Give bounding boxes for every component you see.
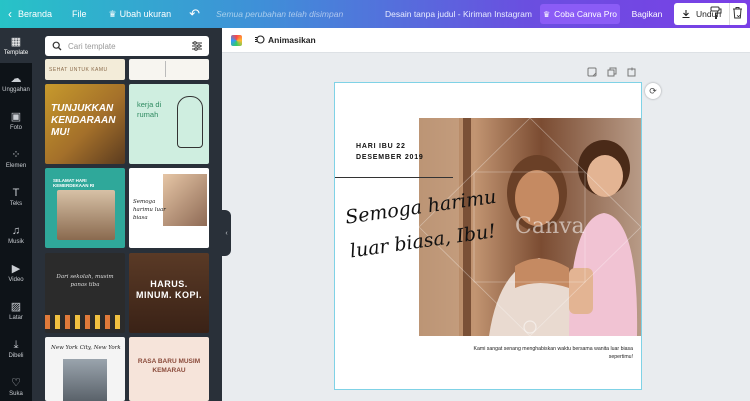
refresh-icon[interactable]: ⟳ bbox=[645, 83, 661, 99]
template-text: HARUS. MINUM. KOPI. bbox=[136, 279, 202, 300]
template-panel: SEHAT UNTUK KAMU TUNJUKKAN KENDARAAN MU!… bbox=[32, 28, 222, 401]
rail-item-likes[interactable]: ♡ Suka bbox=[0, 377, 32, 397]
template-thumbnail[interactable]: SELAMAT HARI KEMERDEKAAN RI bbox=[45, 168, 125, 248]
decoration bbox=[165, 61, 166, 77]
upload-icon: ☁ bbox=[10, 73, 22, 85]
try-pro-label: Coba Canva Pro bbox=[554, 9, 617, 19]
rail-label: Musik bbox=[8, 239, 24, 245]
template-search[interactable] bbox=[45, 36, 209, 56]
resize-label: Ubah ukuran bbox=[119, 9, 172, 19]
animate-button[interactable]: Animasikan bbox=[254, 34, 316, 45]
date-heading[interactable]: HARI IBU 22 DESEMBER 2019 bbox=[356, 141, 424, 163]
template-thumbnail[interactable]: Semoga harimu luar biasa bbox=[129, 168, 209, 248]
save-status: Semua perubahan telah disimpan bbox=[216, 9, 344, 19]
template-text: SELAMAT HARI KEMERDEKAAN RI bbox=[53, 178, 95, 188]
template-text: Semoga harimu luar biasa bbox=[133, 199, 166, 221]
rail-label: Teks bbox=[9, 201, 23, 207]
add-page-icon[interactable] bbox=[627, 67, 637, 77]
duplicate-page-icon[interactable] bbox=[607, 67, 617, 77]
rail-item-text[interactable]: T Teks bbox=[0, 187, 32, 207]
template-thumbnail[interactable]: HARUS. MINUM. KOPI. bbox=[129, 253, 209, 333]
animate-icon bbox=[255, 35, 265, 44]
template-text: kerja di rumah bbox=[137, 100, 162, 119]
purchased-icon: ⤓ bbox=[13, 339, 19, 351]
template-thumbnail[interactable]: RASA BARU MUSIM KEMARAU bbox=[129, 337, 209, 401]
home-label: Beranda bbox=[18, 9, 53, 19]
crown-icon: ♛ bbox=[108, 8, 117, 19]
rail-label: Foto bbox=[9, 125, 22, 131]
template-text: SEHAT UNTUK KAMU bbox=[49, 67, 108, 73]
design-page[interactable]: Canva HARI IBU 22 DESEMBER 2019 Semoga h… bbox=[335, 83, 641, 389]
rail-label: Template bbox=[3, 50, 29, 56]
chevron-left-icon: ‹ bbox=[8, 7, 12, 21]
divider-line[interactable] bbox=[335, 177, 453, 178]
undo-icon[interactable]: ↶ bbox=[189, 6, 200, 22]
document-title[interactable]: Desain tanpa judul - Kiriman Instagram bbox=[385, 9, 532, 19]
rail-item-music[interactable]: ♫ Musik bbox=[0, 225, 32, 245]
animate-label: Animasikan bbox=[268, 34, 316, 45]
search-icon bbox=[52, 41, 62, 51]
music-icon: ♫ bbox=[11, 225, 21, 237]
search-input[interactable] bbox=[68, 41, 188, 51]
file-menu[interactable]: File bbox=[72, 9, 87, 19]
leaf-pattern bbox=[45, 315, 125, 329]
heart-icon: ♡ bbox=[11, 377, 21, 389]
side-rail: ▦ Template ☁ Unggahan ▣ Foto ⁘ Elemen T … bbox=[0, 28, 32, 401]
template-photo bbox=[57, 190, 115, 240]
rail-item-purchased[interactable]: ⤓ Dibeli bbox=[0, 339, 32, 359]
template-thumbnail[interactable]: SEHAT UNTUK KAMU bbox=[45, 59, 125, 80]
share-button[interactable]: Bagikan bbox=[626, 4, 668, 24]
template-text: New York City, New York bbox=[51, 345, 121, 351]
rail-label: Latar bbox=[9, 315, 23, 321]
paint-roller-icon[interactable] bbox=[710, 6, 722, 19]
resize-button[interactable]: ♛ Ubah ukuran bbox=[109, 9, 172, 20]
caption-text[interactable]: Kami sangat senang menghabiskan waktu be… bbox=[443, 345, 633, 361]
rail-label: Dibeli bbox=[8, 353, 24, 359]
template-thumbnail[interactable] bbox=[129, 59, 209, 80]
template-thumbnail[interactable]: kerja di rumah bbox=[129, 84, 209, 164]
rail-item-video[interactable]: ▶ Video bbox=[0, 263, 32, 283]
elements-icon: ⁘ bbox=[11, 149, 21, 161]
color-picker-icon[interactable] bbox=[231, 35, 242, 46]
home-back-button[interactable]: ‹ Beranda bbox=[8, 7, 52, 21]
rail-label: Video bbox=[8, 277, 24, 283]
template-text: TUNJUKKAN KENDARAAN MU! bbox=[51, 103, 116, 138]
rail-item-background[interactable]: ▨ Latar bbox=[0, 301, 32, 321]
crown-icon: ♛ bbox=[542, 9, 551, 19]
caption-line-2: sepertimu! bbox=[608, 354, 633, 360]
background-icon: ▨ bbox=[10, 301, 22, 313]
download-icon bbox=[682, 10, 690, 19]
template-thumbnail[interactable]: Dari sekolah, musim panas tiba bbox=[45, 253, 125, 333]
rail-label: Unggahan bbox=[2, 87, 30, 93]
date-line-2: DESEMBER 2019 bbox=[356, 154, 424, 161]
try-pro-button[interactable]: ♛ Coba Canva Pro bbox=[540, 4, 620, 24]
caption-line-1: Kami sangat senang menghabiskan waktu be… bbox=[473, 346, 633, 352]
template-thumbnail[interactable]: TUNJUKKAN KENDARAAN MU! bbox=[45, 84, 125, 164]
template-icon: ▦ bbox=[10, 36, 22, 48]
text-icon: T bbox=[12, 187, 20, 199]
trash-icon[interactable] bbox=[732, 6, 743, 19]
template-text: RASA BARU MUSIM KEMARAU bbox=[137, 358, 201, 374]
template-text: Dari sekolah, musim panas tiba bbox=[56, 274, 114, 288]
photo-icon: ▣ bbox=[10, 111, 22, 123]
collapse-panel-button[interactable]: ‹ bbox=[222, 210, 231, 256]
rail-label: Suka bbox=[9, 391, 23, 397]
illustration-figure bbox=[177, 96, 203, 148]
filter-icon[interactable] bbox=[191, 40, 203, 52]
rail-item-uploads[interactable]: ☁ Unggahan bbox=[0, 73, 32, 93]
video-icon: ▶ bbox=[11, 263, 21, 275]
editor-toolbar: Animasikan bbox=[222, 28, 750, 53]
note-icon[interactable] bbox=[587, 67, 597, 77]
template-photo bbox=[63, 359, 107, 401]
date-line-1: HARI IBU 22 bbox=[356, 143, 406, 150]
template-thumbnail[interactable]: New York City, New York bbox=[45, 337, 125, 401]
rail-label: Elemen bbox=[5, 163, 27, 169]
rail-item-photos[interactable]: ▣ Foto bbox=[0, 111, 32, 131]
rail-item-template[interactable]: ▦ Template bbox=[0, 28, 32, 63]
rail-item-elements[interactable]: ⁘ Elemen bbox=[0, 149, 32, 169]
